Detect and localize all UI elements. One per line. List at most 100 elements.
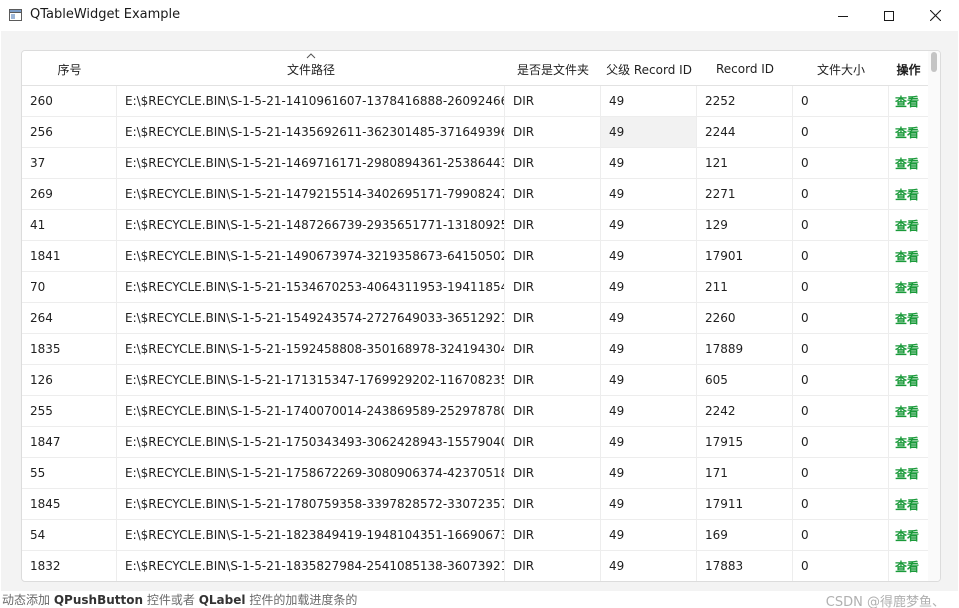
cell-parent-record-id[interactable]: 49 xyxy=(601,427,697,457)
view-action[interactable]: 查看 xyxy=(889,458,928,488)
cell-record-id[interactable]: 17915 xyxy=(697,427,793,457)
cell-parent-record-id[interactable]: 49 xyxy=(601,117,697,147)
cell-file-size[interactable]: 0 xyxy=(793,241,889,271)
table-row[interactable]: 260 E:\$RECYCLE.BIN\S-1-5-21-1410961607-1… xyxy=(22,86,928,117)
cell-record-id[interactable]: 169 xyxy=(697,520,793,550)
cell-index[interactable]: 1841 xyxy=(22,241,117,271)
cell-is-folder[interactable]: DIR xyxy=(505,427,601,457)
cell-file-size[interactable]: 0 xyxy=(793,458,889,488)
cell-file-size[interactable]: 0 xyxy=(793,551,889,581)
cell-parent-record-id[interactable]: 49 xyxy=(601,458,697,488)
table-row[interactable]: 1847 E:\$RECYCLE.BIN\S-1-5-21-1750343493-… xyxy=(22,427,928,458)
cell-record-id[interactable]: 17911 xyxy=(697,489,793,519)
cell-parent-record-id[interactable]: 49 xyxy=(601,148,697,178)
view-action[interactable]: 查看 xyxy=(889,86,928,116)
cell-file-size[interactable]: 0 xyxy=(793,365,889,395)
cell-index[interactable]: 1832 xyxy=(22,551,117,581)
view-action[interactable]: 查看 xyxy=(889,396,928,426)
cell-parent-record-id[interactable]: 49 xyxy=(601,520,697,550)
view-action[interactable]: 查看 xyxy=(889,551,928,581)
cell-index[interactable]: 1835 xyxy=(22,334,117,364)
cell-is-folder[interactable]: DIR xyxy=(505,86,601,116)
cell-parent-record-id[interactable]: 49 xyxy=(601,365,697,395)
cell-record-id[interactable]: 211 xyxy=(697,272,793,302)
cell-file-size[interactable]: 0 xyxy=(793,520,889,550)
cell-file-size[interactable]: 0 xyxy=(793,179,889,209)
cell-record-id[interactable]: 171 xyxy=(697,458,793,488)
header-file-path[interactable]: 文件路径 xyxy=(117,51,505,85)
cell-file-path[interactable]: E:\$RECYCLE.BIN\S-1-5-21-1490673974-3219… xyxy=(117,241,505,271)
table-row[interactable]: 126 E:\$RECYCLE.BIN\S-1-5-21-171315347-17… xyxy=(22,365,928,396)
cell-record-id[interactable]: 2260 xyxy=(697,303,793,333)
minimize-button[interactable] xyxy=(820,0,866,31)
cell-parent-record-id[interactable]: 49 xyxy=(601,179,697,209)
cell-record-id[interactable]: 2244 xyxy=(697,117,793,147)
cell-record-id[interactable]: 605 xyxy=(697,365,793,395)
cell-file-path[interactable]: E:\$RECYCLE.BIN\S-1-5-21-1435692611-3623… xyxy=(117,117,505,147)
cell-index[interactable]: 256 xyxy=(22,117,117,147)
view-action[interactable]: 查看 xyxy=(889,365,928,395)
cell-index[interactable]: 54 xyxy=(22,520,117,550)
cell-file-path[interactable]: E:\$RECYCLE.BIN\S-1-5-21-1487266739-2935… xyxy=(117,210,505,240)
cell-file-size[interactable]: 0 xyxy=(793,117,889,147)
cell-file-size[interactable]: 0 xyxy=(793,210,889,240)
cell-index[interactable]: 255 xyxy=(22,396,117,426)
cell-record-id[interactable]: 2242 xyxy=(697,396,793,426)
cell-record-id[interactable]: 129 xyxy=(697,210,793,240)
header-parent-record-id[interactable]: 父级 Record ID xyxy=(601,51,697,85)
cell-file-size[interactable]: 0 xyxy=(793,489,889,519)
table-row[interactable]: 55 E:\$RECYCLE.BIN\S-1-5-21-1758672269-30… xyxy=(22,458,928,489)
cell-file-path[interactable]: E:\$RECYCLE.BIN\S-1-5-21-1780759358-3397… xyxy=(117,489,505,519)
table-row[interactable]: 1845 E:\$RECYCLE.BIN\S-1-5-21-1780759358-… xyxy=(22,489,928,520)
cell-file-size[interactable]: 0 xyxy=(793,334,889,364)
cell-file-size[interactable]: 0 xyxy=(793,427,889,457)
cell-file-path[interactable]: E:\$RECYCLE.BIN\S-1-5-21-1410961607-1378… xyxy=(117,86,505,116)
cell-is-folder[interactable]: DIR xyxy=(505,303,601,333)
cell-parent-record-id[interactable]: 49 xyxy=(601,86,697,116)
cell-record-id[interactable]: 17883 xyxy=(697,551,793,581)
cell-parent-record-id[interactable]: 49 xyxy=(601,210,697,240)
view-action[interactable]: 查看 xyxy=(889,520,928,550)
cell-parent-record-id[interactable]: 49 xyxy=(601,272,697,302)
view-action[interactable]: 查看 xyxy=(889,241,928,271)
cell-is-folder[interactable]: DIR xyxy=(505,520,601,550)
cell-file-path[interactable]: E:\$RECYCLE.BIN\S-1-5-21-1469716171-2980… xyxy=(117,148,505,178)
cell-index[interactable]: 126 xyxy=(22,365,117,395)
cell-is-folder[interactable]: DIR xyxy=(505,179,601,209)
cell-file-path[interactable]: E:\$RECYCLE.BIN\S-1-5-21-1750343493-3062… xyxy=(117,427,505,457)
cell-record-id[interactable]: 17889 xyxy=(697,334,793,364)
cell-is-folder[interactable]: DIR xyxy=(505,489,601,519)
cell-index[interactable]: 55 xyxy=(22,458,117,488)
cell-is-folder[interactable]: DIR xyxy=(505,365,601,395)
close-button[interactable] xyxy=(912,0,958,31)
table-row[interactable]: 255 E:\$RECYCLE.BIN\S-1-5-21-1740070014-2… xyxy=(22,396,928,427)
header-record-id[interactable]: Record ID xyxy=(697,51,793,85)
cell-index[interactable]: 37 xyxy=(22,148,117,178)
cell-file-path[interactable]: E:\$RECYCLE.BIN\S-1-5-21-1740070014-2438… xyxy=(117,396,505,426)
cell-parent-record-id[interactable]: 49 xyxy=(601,396,697,426)
table-row[interactable]: 264 E:\$RECYCLE.BIN\S-1-5-21-1549243574-2… xyxy=(22,303,928,334)
cell-is-folder[interactable]: DIR xyxy=(505,458,601,488)
cell-index[interactable]: 41 xyxy=(22,210,117,240)
cell-file-path[interactable]: E:\$RECYCLE.BIN\S-1-5-21-1534670253-4064… xyxy=(117,272,505,302)
cell-is-folder[interactable]: DIR xyxy=(505,210,601,240)
table-widget[interactable]: 序号 文件路径 是否是文件夹 父级 Record ID Record ID 文件… xyxy=(21,50,941,582)
cell-is-folder[interactable]: DIR xyxy=(505,334,601,364)
cell-file-size[interactable]: 0 xyxy=(793,148,889,178)
table-row[interactable]: 269 E:\$RECYCLE.BIN\S-1-5-21-1479215514-3… xyxy=(22,179,928,210)
cell-index[interactable]: 1847 xyxy=(22,427,117,457)
cell-file-path[interactable]: E:\$RECYCLE.BIN\S-1-5-21-1758672269-3080… xyxy=(117,458,505,488)
header-is-folder[interactable]: 是否是文件夹 xyxy=(505,51,601,85)
header-actions[interactable]: 操作 xyxy=(889,51,928,85)
table-row[interactable]: 256 E:\$RECYCLE.BIN\S-1-5-21-1435692611-3… xyxy=(22,117,928,148)
cell-parent-record-id[interactable]: 49 xyxy=(601,551,697,581)
cell-index[interactable]: 1845 xyxy=(22,489,117,519)
cell-file-size[interactable]: 0 xyxy=(793,303,889,333)
view-action[interactable]: 查看 xyxy=(889,303,928,333)
cell-file-path[interactable]: E:\$RECYCLE.BIN\S-1-5-21-1549243574-2727… xyxy=(117,303,505,333)
maximize-button[interactable] xyxy=(866,0,912,31)
cell-is-folder[interactable]: DIR xyxy=(505,117,601,147)
table-row[interactable]: 1841 E:\$RECYCLE.BIN\S-1-5-21-1490673974-… xyxy=(22,241,928,272)
cell-is-folder[interactable]: DIR xyxy=(505,396,601,426)
cell-record-id[interactable]: 121 xyxy=(697,148,793,178)
